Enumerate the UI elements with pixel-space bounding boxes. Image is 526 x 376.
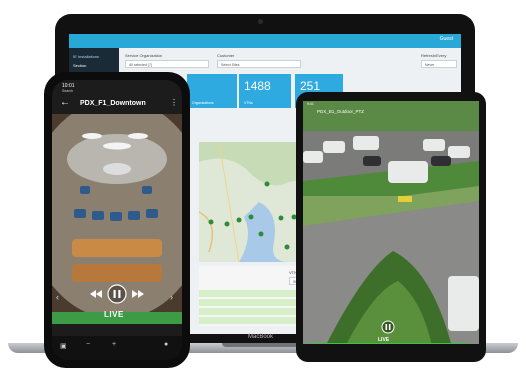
phone-status-sub: Search — [62, 89, 74, 93]
prev-camera-icon[interactable]: ‹ — [56, 292, 59, 302]
mic-icon[interactable]: ● — [164, 341, 168, 348]
pause-icon — [107, 284, 127, 304]
org-filter-select[interactable]: All selected (7) — [125, 60, 209, 68]
sidebar-heading: IE Installations — [73, 54, 100, 59]
kpi-label: Organizations — [192, 101, 214, 105]
laptop-notch — [222, 343, 304, 347]
refresh-select[interactable]: Never — [421, 60, 457, 68]
more-icon[interactable]: ⋮ — [170, 98, 178, 107]
phone-camera-title: PDX_F1_Downtown — [80, 100, 146, 107]
laptop-camera — [258, 19, 263, 24]
kpi-organizations[interactable]: Organizations — [187, 74, 237, 108]
kpi-value: 251 — [300, 79, 321, 93]
tablet-camera-title: PDX_B1_Outdoor_PTZ — [317, 109, 365, 114]
kpi-label: VTNs — [244, 101, 253, 105]
org-filter-label: Service Organization — [125, 53, 163, 58]
skip-forward-icon — [132, 290, 144, 298]
tablet-status-bar: 9:41 — [307, 102, 314, 106]
phone-live-label: LIVE — [104, 310, 124, 319]
phone-toolbar: ▣ − + ● — [52, 336, 182, 360]
customer-filter-select[interactable]: Select Sites — [217, 60, 301, 68]
phone-camera-screen: 10:01 Search ← PDX_F1_Downtown ⋮ ‹ › LIV… — [52, 80, 182, 360]
skip-back-icon — [90, 290, 102, 298]
user-menu[interactable]: Guest — [440, 36, 453, 42]
back-icon[interactable]: ← — [60, 97, 70, 108]
parking-lot-scene — [303, 101, 479, 351]
phone-frame: 10:01 Search ← PDX_F1_Downtown ⋮ ‹ › LIV… — [44, 72, 190, 368]
tablet-frame: 9:41 PDX_B1_Outdoor_PTZ LIVE — [296, 92, 486, 362]
dashboard-top-bar: Guest — [69, 34, 461, 48]
macbook-label: MacBook — [248, 334, 274, 340]
customer-filter-label: Customer — [217, 53, 235, 58]
gallery-icon[interactable]: ▣ — [60, 342, 67, 350]
tablet-camera-view[interactable]: 9:41 PDX_B1_Outdoor_PTZ LIVE — [303, 101, 479, 351]
zoom-out-icon[interactable]: − — [86, 341, 90, 348]
tablet-toolbar — [303, 344, 479, 351]
next-camera-icon[interactable]: › — [170, 292, 173, 302]
playback-controls — [90, 284, 144, 304]
refresh-label: Refresh/Every — [421, 53, 447, 58]
sidebar-item-section[interactable]: Section — [73, 63, 86, 68]
pause-icon[interactable] — [381, 320, 395, 334]
zoom-in-icon[interactable]: + — [112, 341, 116, 348]
kpi-vtns[interactable]: 1488 VTNs — [239, 74, 291, 108]
kpi-value: 1488 — [244, 79, 271, 93]
